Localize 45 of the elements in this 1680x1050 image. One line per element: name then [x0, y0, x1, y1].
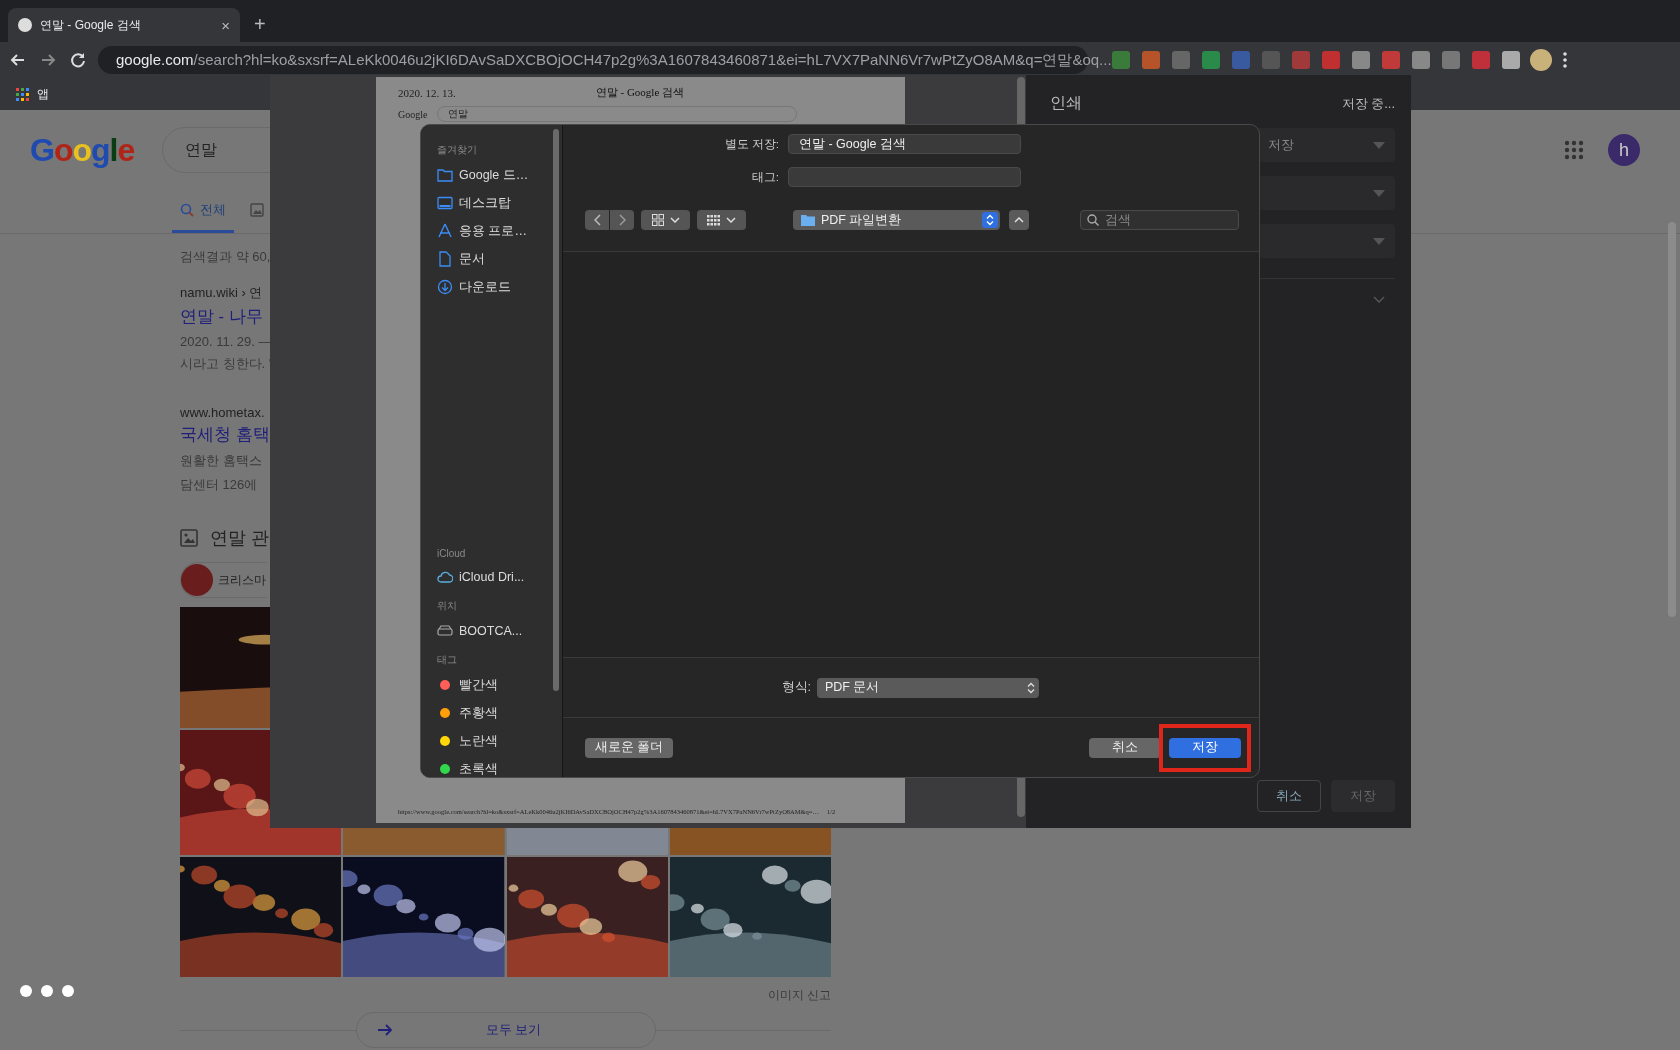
sidebar-item[interactable]: 초록색 [437, 755, 498, 777]
search-field[interactable]: 검색 [1080, 210, 1239, 230]
sidebar-heading: 위치 [437, 599, 457, 613]
result-url: www.hometax. [180, 405, 265, 420]
field-label: 형식: [780, 679, 812, 696]
section-heading: 연말 관 [210, 527, 269, 550]
location-dropdown[interactable]: PDF 파일변환 [793, 210, 1000, 230]
account-avatar[interactable]: h [1608, 134, 1640, 166]
result-count: 검색결과 약 60, [180, 248, 271, 266]
sidebar-item[interactable]: 데스크탑 [437, 189, 511, 217]
filename-field[interactable]: 연말 - Google 검색 [788, 134, 1021, 154]
sidebar-item[interactable]: 다운로드 [437, 273, 511, 301]
dialog-title: 인쇄 [1050, 93, 1082, 113]
result-snippet: 담센터 126에 [180, 476, 258, 494]
sidebar-item[interactable]: 문서 [437, 245, 485, 273]
status-text: 저장 중... [1341, 94, 1395, 113]
page-header-title: 연말 - Google 검색 [595, 85, 685, 100]
field-label: 별도 저장: [723, 136, 780, 152]
result-snippet: 원활한 홈택스 [180, 452, 262, 470]
bookmark-link[interactable]: 앱 [37, 85, 49, 103]
result-url: namu.wiki › 연 [180, 284, 263, 302]
sidebar-item[interactable]: 응용 프로… [437, 217, 527, 245]
cancel-button[interactable]: 취소 [1257, 780, 1321, 812]
suggestion-chip[interactable]: 크리스마 [180, 562, 267, 598]
sidebar-item[interactable]: 빨간색 [437, 671, 498, 699]
tab-title: 연말 - Google 검색 [40, 16, 142, 34]
format-dropdown[interactable]: PDF 문서 [817, 677, 1039, 698]
sidebar-item[interactable]: 노란색 [437, 727, 498, 755]
new-tab-button[interactable]: + [254, 13, 266, 36]
close-icon[interactable]: × [221, 16, 230, 34]
sidebar-item[interactable]: iCloud Dri... [437, 563, 525, 591]
sidebar-item[interactable]: 주황색 [437, 699, 498, 727]
browser-tab[interactable]: 연말 - Google 검색 × [8, 8, 240, 42]
sidebar-heading: 태그 [437, 653, 457, 667]
page-date: 2020. 12. 13. [398, 86, 456, 99]
sidebar-item[interactable]: Google 드… [437, 161, 529, 189]
cancel-button[interactable]: 취소 [1089, 737, 1161, 758]
sidebar-heading: iCloud [437, 548, 466, 559]
new-folder-button[interactable]: 새로운 폴더 [585, 737, 674, 758]
url-text: google.com/search?hl=ko&sxsrf=ALeKk0046u2jKI6DAvSaDXCBOjOCH47p2g%3A1607843460871&ei=hL7VX7PaNN6Vr7wPtZyO8AM&q=연말&oq... [116, 50, 1112, 70]
sidebar-item[interactable]: BOOTCA... [437, 617, 523, 645]
sidebar-heading: 즐겨찾기 [437, 143, 477, 157]
save-button[interactable]: 저장 [1169, 737, 1241, 758]
field-label: 태그: [750, 169, 780, 185]
mini-logo: Google [398, 108, 428, 120]
